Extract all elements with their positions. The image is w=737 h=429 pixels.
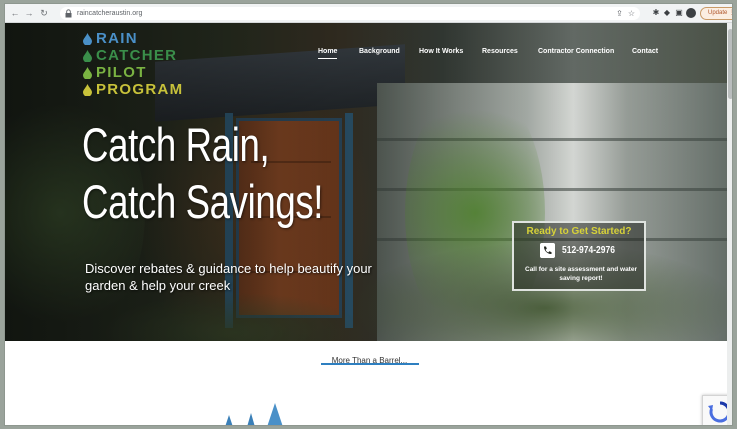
water-drop-icon <box>83 66 92 79</box>
logo-word: PROGRAM <box>96 81 184 98</box>
hero-subhead: Discover rebates & guidance to help beau… <box>85 261 372 293</box>
share-icon[interactable]: ⇪ <box>615 9 624 18</box>
water-drop-icon <box>83 83 92 96</box>
water-drops-graphic <box>225 403 283 425</box>
more-than-a-barrel-link[interactable]: More Than a Barrel... <box>5 350 732 368</box>
lock-icon <box>65 9 72 18</box>
update-label: Update <box>708 10 728 16</box>
hero-banner: RAIN CATCHER PILOT PROGRAM Home Backgrou… <box>5 23 732 341</box>
phone-icon <box>540 243 555 258</box>
hero-headline: Catch Rain, Catch Savings! <box>82 116 324 230</box>
headline-line-2: Catch Savings! <box>82 175 324 228</box>
scrollbar-thumb[interactable] <box>728 29 732 99</box>
nav-background[interactable]: Background <box>359 47 400 57</box>
logo-word: RAIN <box>96 30 138 47</box>
nav-active-underline <box>318 58 338 59</box>
profile-avatar-icon[interactable] <box>686 8 696 18</box>
browser-window: ← → ↻ raincatcheraustin.org ⇪ ☆ ✱ ◆ ▣ Up… <box>4 3 733 426</box>
side-panel-icon[interactable]: ▣ <box>674 8 684 18</box>
extension-icon[interactable]: ✱ <box>651 8 661 18</box>
site-logo[interactable]: RAIN CATCHER PILOT PROGRAM <box>83 30 183 98</box>
cta-title: Ready to Get Started? <box>526 226 632 237</box>
section-link-underline <box>321 363 419 365</box>
logo-row-program: PROGRAM <box>83 81 183 98</box>
reload-icon[interactable]: ↻ <box>38 7 50 19</box>
nav-home[interactable]: Home <box>318 47 338 59</box>
nav-resources[interactable]: Resources <box>482 47 518 57</box>
cta-note: Call for a site assessment and water sav… <box>525 266 637 282</box>
page-scrollbar[interactable] <box>727 23 732 425</box>
puzzle-icon[interactable]: ◆ <box>662 8 672 18</box>
bookmark-star-icon[interactable]: ☆ <box>627 9 636 18</box>
logo-row-pilot: PILOT <box>83 64 183 81</box>
logo-row-rain: RAIN <box>83 30 183 47</box>
update-button[interactable]: Update ⋮ <box>700 7 732 20</box>
headline-line-1: Catch Rain, <box>82 118 270 171</box>
address-bar[interactable]: raincatcheraustin.org ⇪ ☆ <box>60 7 640 20</box>
back-icon[interactable]: ← <box>9 7 21 19</box>
site-navigation: Home Background How It Works Resources C… <box>5 47 732 59</box>
nav-contractor-connection[interactable]: Contractor Connection <box>538 47 614 57</box>
nav-contact[interactable]: Contact <box>632 47 658 57</box>
get-started-box[interactable]: Ready to Get Started? 512-974-2976 Call … <box>512 221 646 291</box>
url-text: raincatcheraustin.org <box>77 10 143 17</box>
cta-phone-number[interactable]: 512-974-2976 <box>562 245 615 257</box>
logo-word: PILOT <box>96 64 147 81</box>
water-drop-icon <box>83 32 92 45</box>
browser-toolbar: ← → ↻ raincatcheraustin.org ⇪ ☆ ✱ ◆ ▣ Up… <box>5 4 732 23</box>
forward-icon[interactable]: → <box>23 7 35 19</box>
nav-home-label: Home <box>318 48 338 55</box>
nav-how-it-works[interactable]: How It Works <box>419 47 463 57</box>
